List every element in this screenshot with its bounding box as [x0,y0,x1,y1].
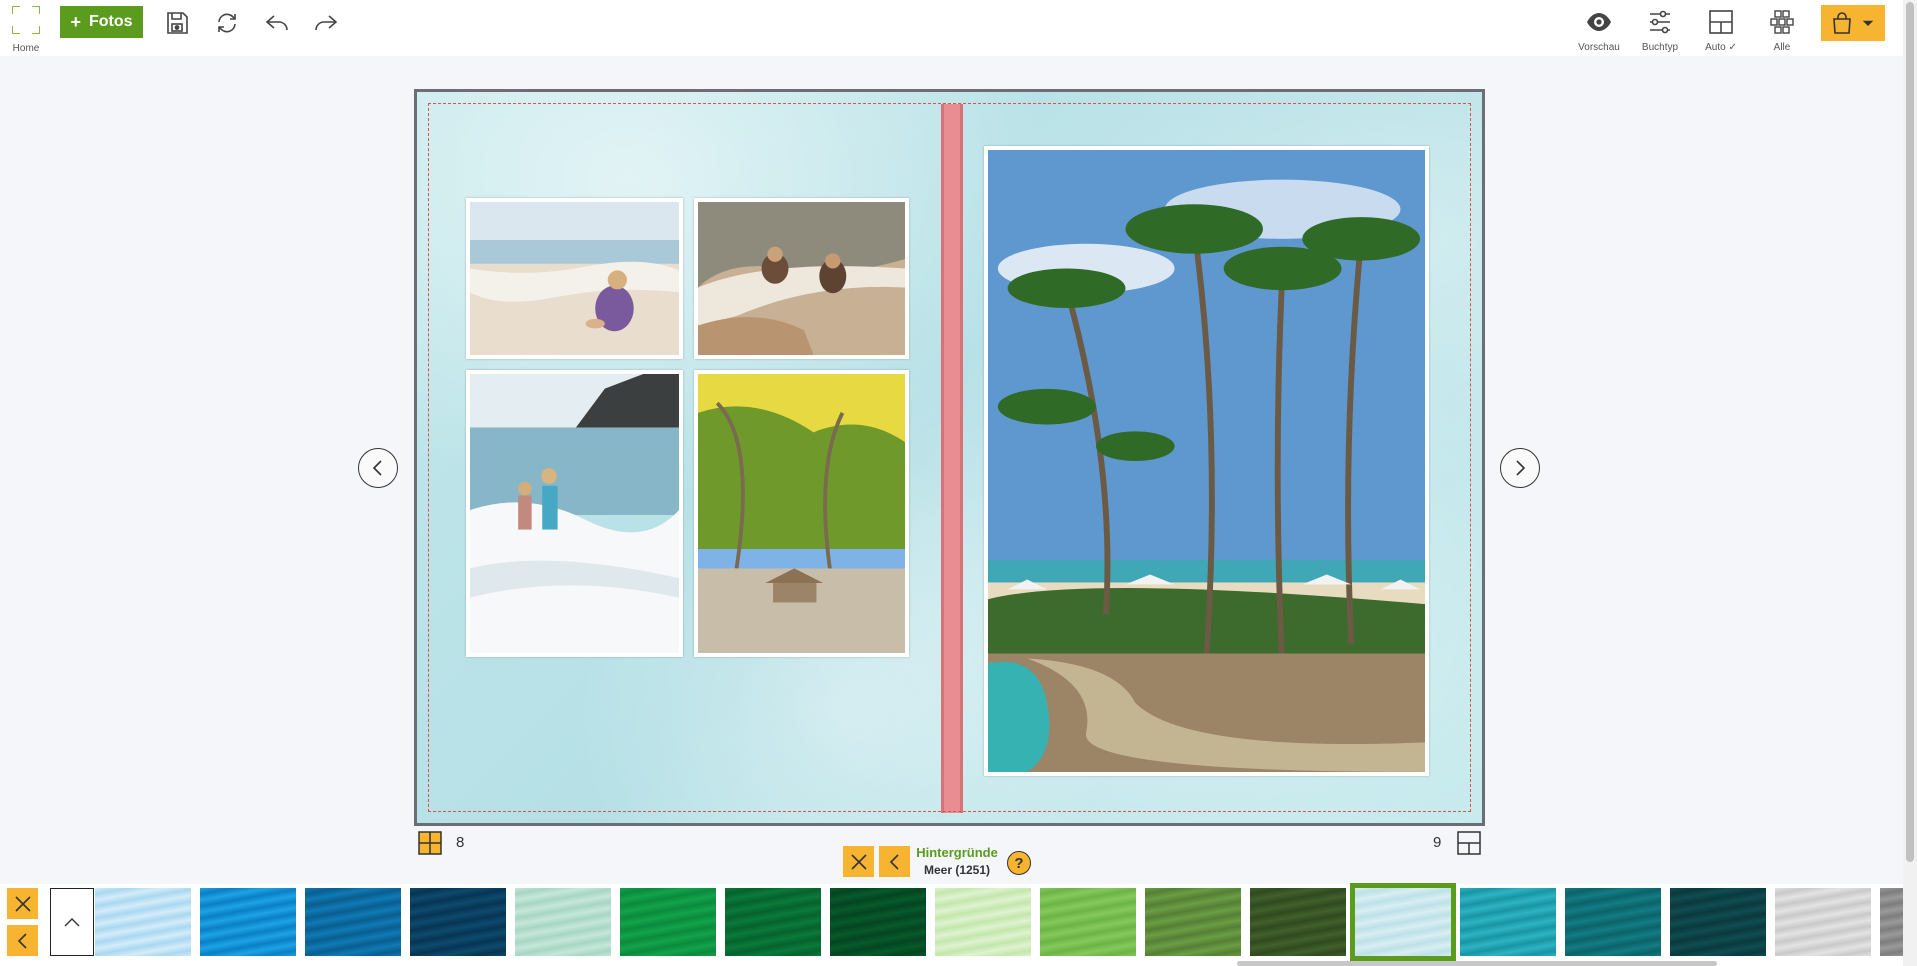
chevron-left-icon [889,853,899,870]
all-layouts-label: Alle [1773,42,1791,53]
help-button[interactable]: ? [1007,851,1031,875]
strip-back-button[interactable] [7,925,38,956]
background-swatch[interactable] [830,888,926,956]
background-swatch[interactable] [1350,883,1456,961]
auto-layout-button[interactable]: Auto ✓ [1691,6,1751,54]
previous-page-button[interactable] [358,448,398,488]
chevron-left-icon [17,932,27,949]
book-type-label: Buchtyp [1641,42,1679,53]
no-background-swatch[interactable] [50,888,94,956]
background-swatch[interactable] [95,888,191,956]
photobook-spread[interactable] [414,89,1485,826]
backgrounds-title: Hintergründe [916,845,998,860]
cart-button[interactable] [1821,5,1885,41]
refresh-icon[interactable] [212,8,242,38]
background-swatch[interactable] [200,888,296,956]
background-swatch[interactable] [305,888,401,956]
background-swatch[interactable] [620,888,716,956]
undo-icon[interactable] [262,8,292,38]
background-swatch[interactable] [725,888,821,956]
right-page-number: 9 [1433,834,1442,851]
photo-palms-pool[interactable] [984,146,1429,776]
chevron-right-icon [1516,460,1526,476]
book-spine [941,104,963,813]
background-swatch[interactable] [1145,888,1241,956]
backgrounds-category: Meer (1251) [923,863,991,877]
left-page-layout-icon[interactable] [418,831,442,855]
close-icon [850,853,867,870]
vertical-scrollbar[interactable] [1903,0,1917,966]
panel-back-button[interactable] [879,846,910,877]
close-strip-button[interactable] [7,888,38,919]
sliders-icon [1650,10,1670,34]
top-toolbar: Home + Fotos Vorschau Buchtyp Auto ✓ All… [0,0,1917,56]
background-swatch[interactable] [1775,888,1871,956]
auto-layout-label: Auto ✓ [1705,42,1737,53]
background-swatch[interactable] [410,888,506,956]
photo-girls-sea[interactable] [694,198,909,359]
preview-label: Vorschau [1578,42,1620,53]
cart-icon [1832,12,1851,34]
background-swatch[interactable] [1460,888,1556,956]
background-swatch[interactable] [515,888,611,956]
chevron-down-icon [1862,20,1873,26]
layout-icon [1709,10,1733,34]
plus-icon: + [70,11,81,32]
close-icon [14,895,31,912]
background-swatch[interactable] [1880,888,1903,956]
add-photos-button[interactable]: + Fotos [60,6,143,38]
home-label: Home [12,43,40,54]
right-page-layout-icon[interactable] [1457,831,1481,855]
close-panel-button[interactable] [843,846,874,877]
add-photos-label: Fotos [88,13,133,30]
all-layouts-button[interactable]: Alle [1752,6,1812,54]
grid-layout-icon [1770,10,1794,34]
background-swatch[interactable] [1040,888,1136,956]
background-swatch[interactable] [1565,888,1661,956]
no-background-icon [64,918,80,927]
background-swatch[interactable] [935,888,1031,956]
home-button[interactable]: Home [8,4,44,54]
left-page-number: 8 [456,834,465,851]
home-icon [10,4,42,36]
eye-icon [1587,13,1611,31]
background-swatch[interactable] [1670,888,1766,956]
redo-icon[interactable] [311,8,341,38]
horizontal-scrollbar[interactable] [1237,961,1717,966]
next-page-button[interactable] [1500,448,1540,488]
preview-button[interactable]: Vorschau [1569,6,1629,54]
save-icon[interactable] [162,8,192,38]
chevron-left-icon [372,460,382,476]
background-swatch[interactable] [1250,888,1346,956]
photo-kids-waves[interactable] [466,370,683,657]
photo-palm-resort[interactable] [694,370,909,657]
photo-girl-beach[interactable] [466,198,683,359]
book-type-button[interactable]: Buchtyp [1630,6,1690,54]
